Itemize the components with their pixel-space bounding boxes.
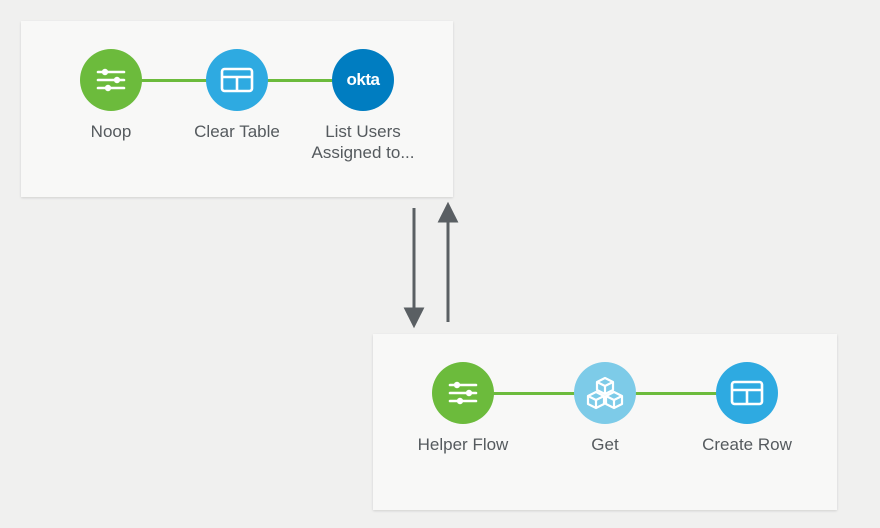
node-label: Clear Table xyxy=(194,121,280,142)
node-noop[interactable]: Noop xyxy=(57,49,165,142)
node-label: Helper Flow xyxy=(418,434,509,455)
node-list-users[interactable]: okta List Users Assigned to... xyxy=(309,49,417,164)
node-create-row[interactable]: Create Row xyxy=(693,362,801,455)
sliders-icon xyxy=(432,362,494,424)
cubes-icon xyxy=(574,362,636,424)
node-label: Noop xyxy=(91,121,132,142)
node-helper-flow[interactable]: Helper Flow xyxy=(409,362,517,455)
table-icon xyxy=(206,49,268,111)
flow-panel-top: Noop Clear Table okta List Users Assigne… xyxy=(21,21,453,197)
table-icon xyxy=(716,362,778,424)
node-label: Create Row xyxy=(702,434,792,455)
flow-row-bottom: Helper Flow Get xyxy=(409,362,801,486)
node-clear-table[interactable]: Clear Table xyxy=(183,49,291,142)
node-label: List Users Assigned to... xyxy=(311,121,414,164)
transition-arrows xyxy=(390,200,470,330)
node-label: Get xyxy=(591,434,618,455)
flow-row-top: Noop Clear Table okta List Users Assigne… xyxy=(57,49,417,173)
sliders-icon xyxy=(80,49,142,111)
flow-panel-bottom: Helper Flow Get xyxy=(373,334,837,510)
okta-icon: okta xyxy=(332,49,394,111)
node-get[interactable]: Get xyxy=(551,362,659,455)
okta-wordmark: okta xyxy=(347,70,380,90)
